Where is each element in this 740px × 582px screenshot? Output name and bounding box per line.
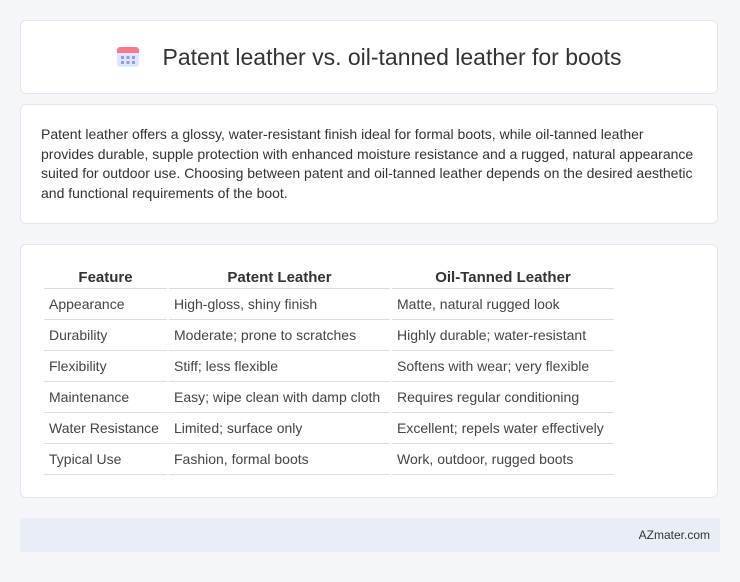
table-cell: Fashion, formal boots xyxy=(169,444,390,475)
table-cell: Appearance xyxy=(44,289,167,320)
table-cell: Matte, natural rugged look xyxy=(392,289,614,320)
table-cell: Softens with wear; very flexible xyxy=(392,351,614,382)
footer-bar: AZmater.com xyxy=(20,518,720,552)
table-row: Durability Moderate; prone to scratches … xyxy=(44,320,614,351)
header-oil-tanned-leather: Oil-Tanned Leather xyxy=(392,265,614,289)
table-cell: Stiff; less flexible xyxy=(169,351,390,382)
table-cell: Work, outdoor, rugged boots xyxy=(392,444,614,475)
table-row: Maintenance Easy; wipe clean with damp c… xyxy=(44,382,614,413)
table-row: Water Resistance Limited; surface only E… xyxy=(44,413,614,444)
comparison-table: Feature Patent Leather Oil-Tanned Leathe… xyxy=(42,265,616,475)
header-patent-leather: Patent Leather xyxy=(169,265,390,289)
table-cell: Durability xyxy=(44,320,167,351)
page-title: Patent leather vs. oil-tanned leather fo… xyxy=(162,43,622,70)
summary-text: Patent leather offers a glossy, water-re… xyxy=(41,126,694,201)
table-cell: Highly durable; water-resistant xyxy=(392,320,614,351)
table-row: Flexibility Stiff; less flexible Softens… xyxy=(44,351,614,382)
table-cell: Easy; wipe clean with damp cloth xyxy=(169,382,390,413)
table-cell: High-gloss, shiny finish xyxy=(169,289,390,320)
table-cell: Flexibility xyxy=(44,351,167,382)
table-row: Appearance High-gloss, shiny finish Matt… xyxy=(44,289,614,320)
table-cell: Moderate; prone to scratches xyxy=(169,320,390,351)
table-row: Typical Use Fashion, formal boots Work, … xyxy=(44,444,614,475)
table-cell: Typical Use xyxy=(44,444,167,475)
summary-card: Patent leather offers a glossy, water-re… xyxy=(20,104,718,224)
calendar-icon xyxy=(116,45,140,69)
table-cell: Maintenance xyxy=(44,382,167,413)
table-header-row: Feature Patent Leather Oil-Tanned Leathe… xyxy=(44,265,614,289)
header-feature: Feature xyxy=(44,265,167,289)
comparison-card: Feature Patent Leather Oil-Tanned Leathe… xyxy=(20,244,718,498)
footer-brand[interactable]: AZmater.com xyxy=(639,528,710,542)
table-cell: Excellent; repels water effectively xyxy=(392,413,614,444)
table-cell: Water Resistance xyxy=(44,413,167,444)
title-card: Patent leather vs. oil-tanned leather fo… xyxy=(20,20,718,94)
table-cell: Requires regular conditioning xyxy=(392,382,614,413)
table-cell: Limited; surface only xyxy=(169,413,390,444)
